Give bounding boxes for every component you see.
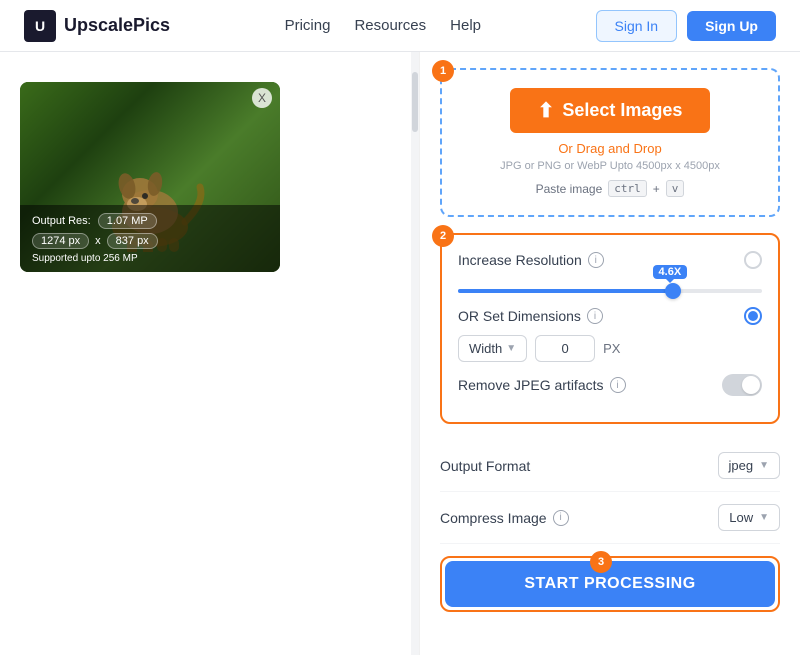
set-dimensions-info-icon[interactable]: i <box>587 308 603 324</box>
v-key: v <box>666 180 685 197</box>
output-res-label: Output Res: 1.07 MP <box>32 213 268 229</box>
remove-jpeg-info-icon[interactable]: i <box>610 377 626 393</box>
increase-resolution-label: Increase Resolution i <box>458 252 604 268</box>
height-badge: 837 px <box>107 233 158 249</box>
increase-res-info-icon[interactable]: i <box>588 252 604 268</box>
set-dimensions-label: OR Set Dimensions i <box>458 308 603 324</box>
left-panel: X Output Res: 1.07 MP 1274 px x 837 px S… <box>0 52 420 655</box>
scroll-thumb <box>412 72 418 132</box>
slider-label: 4.6X <box>653 265 688 279</box>
compress-image-row: Compress Image i Low ▼ <box>440 492 780 544</box>
slider-thumb[interactable] <box>665 283 681 299</box>
output-format-select[interactable]: jpeg ▼ <box>718 452 780 479</box>
toggle-thumb <box>742 376 760 394</box>
dimensions-inputs: Width ▼ PX <box>458 335 762 362</box>
output-format-label: Output Format <box>440 458 530 474</box>
scrollbar[interactable] <box>411 52 419 655</box>
format-text: JPG or PNG or WebP Upto 4500px x 4500px <box>458 160 762 172</box>
close-image-button[interactable]: X <box>252 88 272 108</box>
increase-resolution-row: Increase Resolution i <box>458 251 762 269</box>
dims-row: 1274 px x 837 px <box>32 233 268 249</box>
logo-area: U UpscalePics <box>24 10 170 42</box>
upload-area: 1 ⬆ Select Images Or Drag and Drop JPG o… <box>440 68 780 217</box>
signup-button[interactable]: Sign Up <box>687 11 776 41</box>
upload-icon: ⬆ <box>538 98 555 123</box>
radio-inner <box>748 311 758 321</box>
main-layout: X Output Res: 1.07 MP 1274 px x 837 px S… <box>0 52 800 655</box>
start-btn-wrapper: 3 START PROCESSING <box>445 561 775 607</box>
width-chevron-icon: ▼ <box>506 343 516 354</box>
output-res-badge: 1.07 MP <box>98 213 157 229</box>
slider-track <box>458 289 762 293</box>
increase-resolution-radio[interactable] <box>744 251 762 269</box>
slider-container: 4.6X <box>458 289 762 293</box>
dimension-input[interactable] <box>535 335 595 362</box>
header-actions: Sign In Sign Up <box>596 10 776 42</box>
output-format-chevron-icon: ▼ <box>759 460 769 471</box>
set-dimensions-radio[interactable] <box>744 307 762 325</box>
logo-icon: U <box>24 10 56 42</box>
image-container: X Output Res: 1.07 MP 1274 px x 837 px S… <box>20 82 280 272</box>
nav-item-pricing[interactable]: Pricing <box>285 17 331 34</box>
settings-panel: 2 Increase Resolution i 4.6X <box>440 233 780 424</box>
paste-row: Paste image ctrl + v <box>458 180 762 197</box>
compress-image-select[interactable]: Low ▼ <box>718 504 780 531</box>
signin-button[interactable]: Sign In <box>596 10 678 42</box>
step-badge-1: 1 <box>432 60 454 82</box>
set-dimensions-row: OR Set Dimensions i <box>458 307 762 325</box>
step-badge-2: 2 <box>432 225 454 247</box>
ctrl-key: ctrl <box>608 180 647 197</box>
remove-jpeg-label: Remove JPEG artifacts i <box>458 377 626 393</box>
width-select[interactable]: Width ▼ <box>458 335 527 362</box>
header: U UpscalePics Pricing Resources Help Sig… <box>0 0 800 52</box>
supported-text: Supported upto 256 MP <box>32 253 268 264</box>
select-images-label: Select Images <box>562 100 682 121</box>
compress-info-icon[interactable]: i <box>553 510 569 526</box>
remove-jpeg-row: Remove JPEG artifacts i <box>458 374 762 396</box>
output-format-row: Output Format jpeg ▼ <box>440 440 780 492</box>
nav-item-help[interactable]: Help <box>450 17 481 34</box>
width-badge: 1274 px <box>32 233 89 249</box>
logo-text: UpscalePics <box>64 15 170 36</box>
compress-chevron-icon: ▼ <box>759 512 769 523</box>
drag-drop-text: Or Drag and Drop <box>458 141 762 156</box>
start-processing-container: 3 START PROCESSING <box>440 544 780 624</box>
compress-image-label: Compress Image i <box>440 510 569 526</box>
remove-jpeg-toggle[interactable] <box>722 374 762 396</box>
right-panel: 1 ⬆ Select Images Or Drag and Drop JPG o… <box>420 52 800 655</box>
nav: Pricing Resources Help <box>285 17 481 34</box>
step-badge-3: 3 <box>590 551 612 573</box>
start-btn-outline: 3 START PROCESSING <box>440 556 780 612</box>
nav-item-resources[interactable]: Resources <box>354 17 426 34</box>
image-info: Output Res: 1.07 MP 1274 px x 837 px Sup… <box>20 205 280 272</box>
select-images-button[interactable]: ⬆ Select Images <box>510 88 711 133</box>
px-label: PX <box>603 341 620 356</box>
slider-fill <box>458 289 671 293</box>
